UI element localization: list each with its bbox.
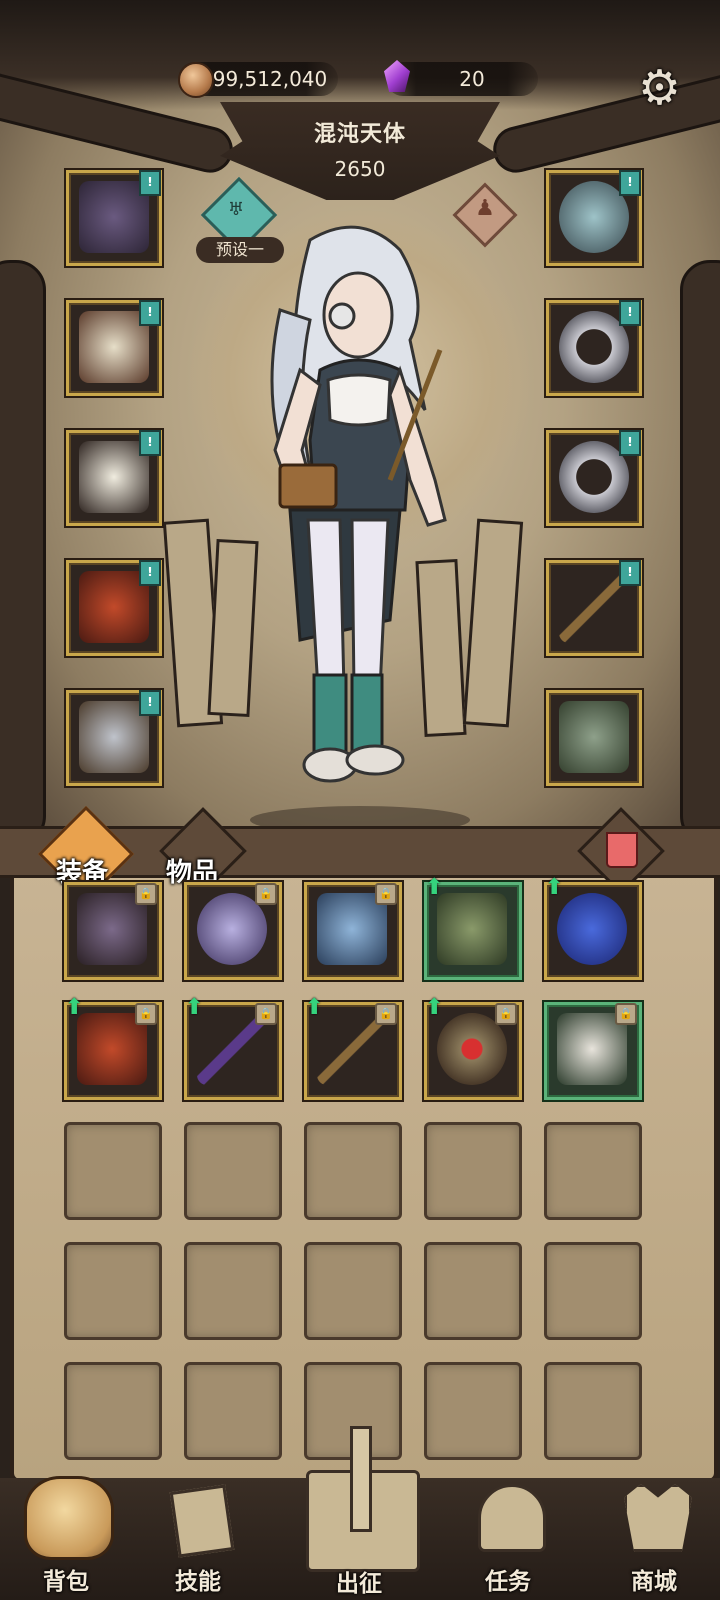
equip-flag-icon: ! [619,170,641,196]
upgrade-arrow-icon: ⬆ [305,995,324,1020]
upgrade-arrow-icon: ⬆ [185,995,204,1020]
empty-inventory-slot[interactable] [544,1122,642,1220]
nav-expedition[interactable]: 出征 [294,1426,424,1600]
lock-icon[interactable]: 🔒 [615,1003,637,1025]
person-icon: ♟ [475,196,495,221]
power-rating: 2650 [334,157,386,181]
character-portrait [250,225,470,834]
green-gauntlet-icon [559,701,629,773]
nav-backpack[interactable]: 背包 [6,1470,126,1600]
equip-flag-icon: ! [139,300,161,326]
upgrade-arrow-icon: ⬆ [425,995,444,1020]
inventory-item[interactable]: ⬆ 🔒 [64,997,162,1100]
right-shoe [345,744,405,776]
inventory-item[interactable]: ⬆ [424,877,522,980]
skill-card-icon [169,1484,235,1558]
lock-icon[interactable]: 🔒 [495,1003,517,1025]
nav-label: 任务 [485,1569,531,1595]
left-tree-trunk [0,260,46,846]
empty-inventory-slot[interactable] [424,1362,522,1460]
equip-slot-weapon[interactable]: ! [546,560,642,656]
equip-slot-amulet[interactable]: ! [546,170,642,266]
equip-flag-icon: ! [139,430,161,456]
empty-inventory-slot[interactable] [184,1122,282,1220]
left-boot [312,673,348,757]
empty-inventory-slot[interactable] [64,1362,162,1460]
eyepatch [328,302,356,330]
empty-inventory-slot[interactable] [544,1362,642,1460]
top-shade [0,0,720,110]
moss-boots-icon [437,893,507,965]
lock-icon[interactable]: 🔒 [375,1003,397,1025]
gem-amount: 20 [459,67,485,91]
equip-flag-icon: ! [139,560,161,586]
character-name: 混沌天体 [313,122,406,147]
equip-flag-icon: ! [139,170,161,196]
inventory-item[interactable]: ⬆ [544,877,642,980]
right-leg [350,518,390,692]
gold-coin-icon [178,62,214,98]
nav-label: 背包 [43,1569,89,1595]
equip-flag-icon: ! [139,690,161,716]
nav-label: 商城 [631,1569,677,1595]
trash-icon [606,832,638,868]
equip-flag-icon: ! [619,300,641,326]
equip-slot-cape[interactable]: ! [66,560,162,656]
lock-icon[interactable]: 🔒 [135,1003,157,1025]
sapphire-heart-amulet-icon [557,893,627,965]
equip-slot-helmet[interactable]: ! [66,170,162,266]
equip-slot-armor[interactable]: ! [66,300,162,396]
upgrade-arrow-icon: ⬆ [65,995,84,1020]
nav-shop[interactable]: 商城 [594,1470,714,1600]
empty-inventory-slot[interactable] [304,1122,402,1220]
empty-inventory-slot[interactable] [184,1362,282,1460]
lock-icon[interactable]: 🔒 [135,883,157,905]
nav-skills[interactable]: 技能 [138,1470,258,1600]
nav-label: 出征 [336,1571,382,1597]
sword-icon [350,1426,372,1532]
upgrade-arrow-icon: ⬆ [545,875,564,900]
upgrade-arrow-icon: ⬆ [425,875,444,900]
empty-inventory-slot[interactable] [304,1242,402,1340]
empty-inventory-slot[interactable] [64,1122,162,1220]
nav-label: 技能 [175,1569,221,1595]
lock-icon[interactable]: 🔒 [255,883,277,905]
equip-slot-boots[interactable]: ! [66,690,162,786]
inventory-item[interactable]: ⬆ 🔒 [184,997,282,1100]
inventory-item[interactable]: 🔒 [184,882,282,980]
equip-flag-icon: ! [619,560,641,586]
lock-icon[interactable]: 🔒 [375,883,397,905]
empty-inventory-slot[interactable] [424,1242,522,1340]
crown-shop-icon [624,1484,692,1552]
bust-top [326,373,392,427]
inventory-item[interactable]: ⬆ 🔒 [304,997,402,1100]
equip-flag-icon: ! [619,430,641,456]
backpack-icon [24,1476,114,1560]
inventory-item[interactable]: ⬆ 🔒 [424,997,522,1100]
equip-slot-accessory[interactable]: ! [66,430,162,526]
horn-icon [478,1484,546,1552]
inventory-item[interactable]: 🔒 [544,1002,642,1100]
inventory-item[interactable]: 🔒 [64,882,162,980]
right-boot [350,673,384,757]
nav-quests[interactable]: 任务 [448,1470,568,1600]
equip-slot-ring-2[interactable]: ! [546,430,642,526]
lock-icon[interactable]: 🔒 [255,1003,277,1025]
inventory-item[interactable]: 🔒 [304,882,402,980]
left-leg [306,518,346,692]
equip-slot-gloves[interactable] [546,690,642,786]
book [278,463,338,509]
settings-gear-icon[interactable]: ⚙ [638,64,681,112]
empty-inventory-slot[interactable] [544,1242,642,1340]
equip-slot-ring-1[interactable]: ! [546,300,642,396]
empty-inventory-slot[interactable] [184,1242,282,1340]
empty-inventory-slot[interactable] [64,1242,162,1340]
gem-counter: 20 [386,62,538,96]
right-tree-trunk [680,260,720,846]
empty-inventory-slot[interactable] [424,1122,522,1220]
